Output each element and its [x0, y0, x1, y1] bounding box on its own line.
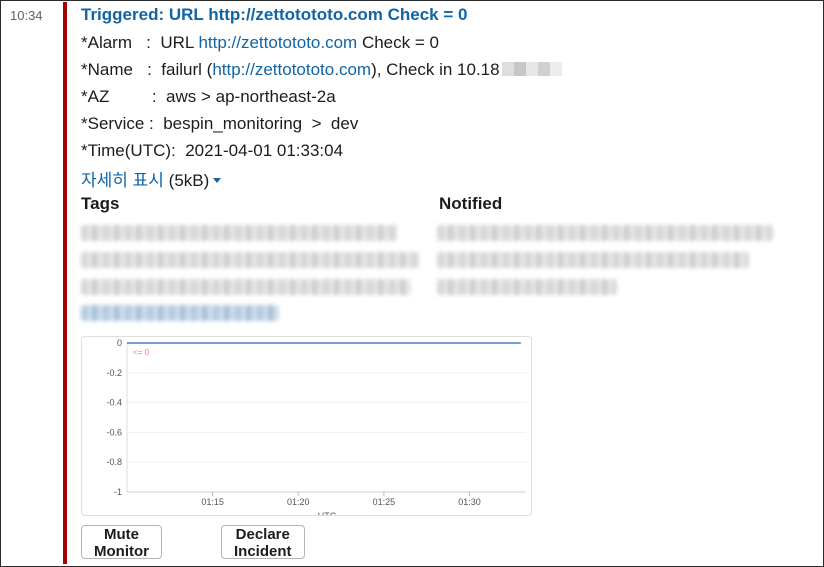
show-more-size: (5kB) [163, 171, 210, 190]
az-line: *AZ : aws > ap-northeast-2a [81, 87, 336, 106]
x-tick-label: 01:30 [458, 497, 481, 507]
redacted-ip [501, 62, 562, 76]
y-tick-label: -0.2 [106, 368, 122, 378]
mute-monitor-button[interactable]: Mute Monitor [81, 525, 162, 560]
caret-down-icon[interactable] [213, 178, 222, 183]
tags-redacted-line [81, 252, 419, 268]
monitor-graph[interactable]: 0 -0.2 -0.4 -0.6 -0.8 -1 01:15 01:20 01:25 01:30 U… [81, 336, 532, 516]
name-line: *Name : failurl (http://zettotototo.com)… [81, 60, 562, 80]
alarm-line: *Alarm : URL http://zettotototo.com Chec… [81, 33, 439, 53]
name-url-link[interactable]: http://zettotototo.com [212, 60, 371, 79]
tags-redacted-line [81, 225, 397, 241]
notified-redacted-line [437, 252, 749, 268]
x-axis-label: UTC [318, 511, 337, 515]
alert-color-bar [63, 2, 67, 564]
alarm-suffix: Check = 0 [357, 33, 439, 52]
y-tick-label: -1 [114, 487, 122, 497]
name-suffix: ), Check in 10.18 [371, 60, 500, 79]
y-tick-label: -0.8 [106, 457, 122, 467]
threshold-label: <= 0 [133, 348, 150, 357]
declare-incident-button[interactable]: Declare Incident [221, 525, 305, 560]
tags-redacted-link [81, 305, 279, 321]
y-tick-label: -0.6 [106, 427, 122, 437]
x-tick-label: 01:20 [287, 497, 310, 507]
x-tick-label: 01:15 [201, 497, 224, 507]
time-line: *Time(UTC): 2021-04-01 01:33:04 [81, 141, 344, 160]
x-tick-label: 01:25 [373, 497, 396, 507]
y-tick-label: 0 [117, 338, 122, 348]
name-label: *Name : failurl ( [81, 60, 213, 79]
notified-redacted-line [437, 225, 773, 241]
alarm-url-link[interactable]: http://zettotototo.com [198, 33, 357, 52]
service-line: *Service : bespin_monitoring > dev [81, 114, 359, 133]
show-more-toggle[interactable]: 자세히 표시 (5kB) [81, 166, 222, 191]
show-more-label[interactable]: 자세히 표시 [81, 171, 164, 190]
notified-redacted-line [437, 279, 617, 295]
alarm-label: *Alarm : URL [81, 33, 199, 52]
tags-title: Tags [81, 194, 120, 213]
monitor-graph-svg: 0 -0.2 -0.4 -0.6 -0.8 -1 01:15 01:20 01:25 01:30 U… [106, 338, 526, 515]
y-tick-label: -0.4 [106, 398, 122, 408]
message-timestamp[interactable]: 10:34 [10, 8, 43, 23]
tags-redacted-line [81, 279, 411, 295]
alert-title[interactable]: Triggered: URL http://zettotototo.com Ch… [81, 5, 467, 25]
notified-title: Notified [439, 194, 503, 213]
